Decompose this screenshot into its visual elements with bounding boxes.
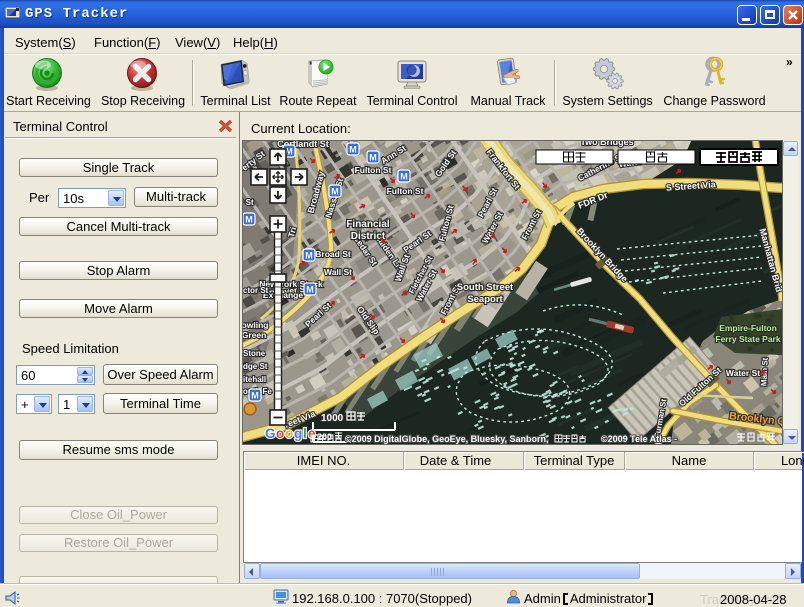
svg-text:M: M [306, 285, 314, 295]
svg-text:M: M [305, 251, 313, 261]
svg-text:M: M [251, 391, 259, 401]
svg-text:Stone: Stone [243, 349, 266, 358]
svg-text:M: M [400, 172, 408, 182]
svg-text:Green: Green [243, 330, 266, 340]
svg-text:owling: owling [243, 320, 268, 330]
svg-text:ctor St: ctor St [243, 286, 269, 295]
svg-text:M: M [349, 145, 357, 155]
svg-text:r St: r St [243, 198, 254, 207]
svg-text:©2009 DigitalGlobe, GeoEye, Bl: ©2009 DigitalGlobe, GeoEye, Bluesky, San… [345, 434, 549, 444]
svg-text:o: o [285, 426, 293, 441]
svg-text:l: l [303, 426, 307, 441]
svg-text:200: 200 [317, 432, 332, 442]
svg-text:M: M [369, 153, 377, 163]
svg-text:Ferry State Park: Ferry State Park [715, 334, 780, 344]
svg-text:M: M [245, 215, 253, 225]
svg-text:g: g [294, 426, 302, 441]
svg-text:Fulton St: Fulton St [355, 165, 392, 175]
svg-text:Two Bridges: Two Bridges [580, 141, 633, 147]
svg-text:G: G [265, 426, 276, 441]
svg-text:Water St: Water St [726, 368, 760, 378]
svg-text:o: o [276, 426, 284, 441]
svg-text:Broad St: Broad St [315, 249, 351, 259]
svg-text:Fulton St: Fulton St [387, 186, 424, 196]
svg-text:Exchange: Exchange [263, 290, 303, 300]
svg-text:Wall St: Wall St [324, 267, 352, 277]
svg-text:itehall: itehall [243, 375, 266, 384]
svg-text:Financial: Financial [346, 219, 390, 230]
svg-text:dge St: dge St [243, 362, 268, 371]
svg-text:District: District [351, 231, 386, 242]
svg-text:1000: 1000 [321, 413, 344, 424]
svg-text:Empire-Fulton: Empire-Fulton [719, 323, 777, 333]
svg-text:M: M [331, 187, 339, 197]
svg-text:South Street: South Street [457, 282, 514, 293]
svg-text:Seaport: Seaport [467, 294, 503, 305]
svg-text:©2009 Tele Atlas -: ©2009 Tele Atlas - [601, 434, 677, 444]
